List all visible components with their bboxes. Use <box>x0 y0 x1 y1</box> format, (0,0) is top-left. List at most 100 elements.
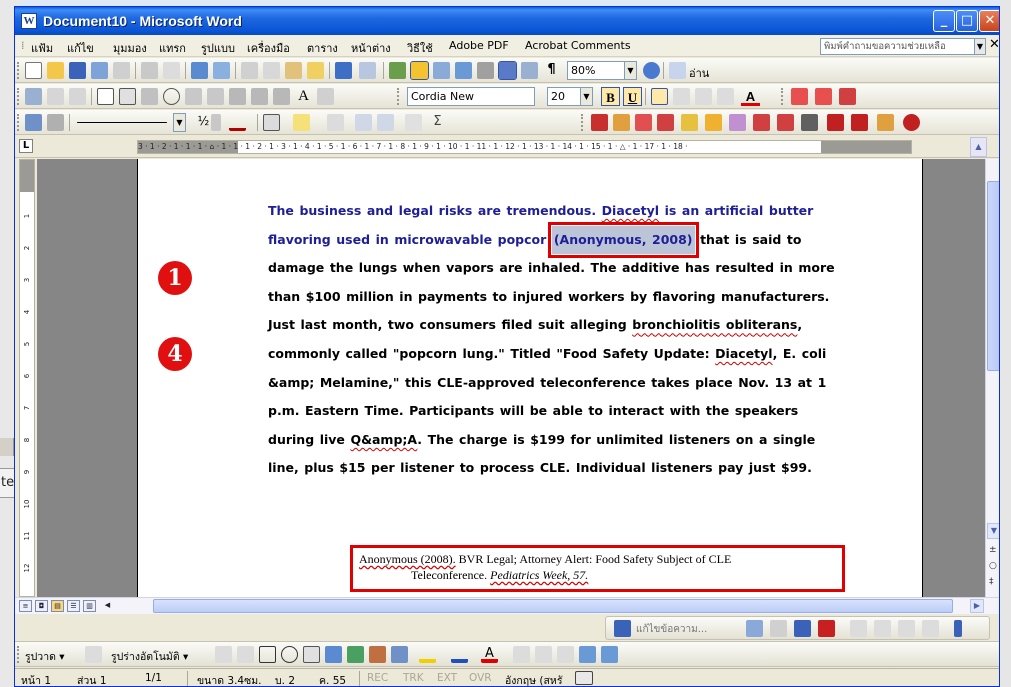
textbox-control-icon[interactable] <box>119 88 136 105</box>
help-search-input[interactable]: พิมพ์คำถามขอความช่วยเหลือ <box>820 38 975 55</box>
status-ovr[interactable]: OVR <box>469 672 492 684</box>
cut-icon[interactable] <box>241 62 258 79</box>
shadow-style-icon[interactable] <box>579 646 596 663</box>
review-align-icon[interactable] <box>898 620 915 637</box>
vertical-scrollbar[interactable]: ▼ ± ○ ‡ <box>985 159 999 597</box>
menu-view[interactable]: มุมมอง <box>113 39 147 57</box>
menu-adobe-pdf[interactable]: Adobe PDF <box>449 39 509 52</box>
drawing-icon[interactable] <box>498 61 517 80</box>
eraser-icon[interactable] <box>47 114 64 131</box>
open-folder-icon[interactable] <box>47 62 64 79</box>
tool-c-icon[interactable] <box>657 114 674 131</box>
print-layout-icon[interactable]: ▤ <box>51 600 64 612</box>
toolbar-options-icon[interactable] <box>954 620 962 637</box>
body-paragraph[interactable]: The business and legal risks are tremend… <box>268 197 848 483</box>
review-ab-icon[interactable] <box>874 620 891 637</box>
close-button[interactable]: ✕ <box>979 10 999 32</box>
distribute-icon[interactable] <box>405 114 422 131</box>
spin-button-icon[interactable] <box>251 88 268 105</box>
line-weight-dropdown[interactable] <box>211 114 221 131</box>
document-page[interactable]: The business and legal risks are tremend… <box>137 159 923 597</box>
thai-tool-icon[interactable] <box>791 88 808 105</box>
normal-view-icon[interactable]: ≡ <box>19 600 32 612</box>
wordart-icon[interactable] <box>325 646 342 663</box>
maximize-button[interactable]: □ <box>956 10 978 32</box>
menu-table[interactable]: ตาราง <box>307 39 338 57</box>
zoom-combo[interactable]: 80% <box>567 61 625 80</box>
stop-icon[interactable] <box>903 114 920 131</box>
review-highlight-icon[interactable] <box>770 620 787 637</box>
close-document-button[interactable]: ✕ <box>989 37 999 52</box>
toolbar-grip[interactable] <box>17 88 20 105</box>
align-right-icon[interactable] <box>695 88 712 105</box>
paste-icon[interactable] <box>285 62 302 79</box>
justify-icon[interactable] <box>717 88 734 105</box>
menu-window[interactable]: หน้าต่าง <box>351 39 391 57</box>
toolbar-grip[interactable] <box>17 62 20 79</box>
horizontal-ruler[interactable]: 3 · 1 · 2 · 1 · 1 · 1 · ⌂ · 1 · 1 · 1 · … <box>137 140 912 154</box>
tool-f-icon[interactable] <box>729 114 746 131</box>
arrow-style-icon[interactable] <box>557 646 574 663</box>
status-trk[interactable]: TRK <box>403 672 424 684</box>
font-color-button[interactable]: A <box>741 87 760 106</box>
save-icon[interactable] <box>69 62 86 79</box>
next-page-icon[interactable]: ‡ <box>989 577 994 587</box>
word-app-icon[interactable]: W <box>21 13 37 29</box>
hyperlink-icon[interactable] <box>389 62 406 79</box>
tool-j-icon[interactable] <box>827 114 844 131</box>
show-hide-icon[interactable]: ¶ <box>543 62 560 79</box>
copy-icon[interactable] <box>263 62 280 79</box>
dash-style-icon[interactable] <box>535 646 552 663</box>
review-reject-icon[interactable] <box>818 620 835 637</box>
reference-entry[interactable]: Anonymous (2008). BVR Legal; Attorney Al… <box>350 545 845 592</box>
rectangle-tool-icon[interactable] <box>259 646 276 663</box>
status-rec[interactable]: REC <box>367 672 388 684</box>
oval-tool-icon[interactable] <box>281 646 298 663</box>
vertical-ruler[interactable]: 1 2 3 4 5 6 7 8 9 10 11 12 <box>19 159 35 597</box>
previous-page-icon[interactable]: ± <box>989 545 997 555</box>
toolbar-grip[interactable] <box>397 88 400 105</box>
edit-text-button[interactable]: แก้ไขข้อความ... <box>636 622 707 637</box>
document-map-icon[interactable] <box>521 62 538 79</box>
font-color-icon[interactable]: A <box>481 646 498 663</box>
align-left-icon[interactable] <box>651 88 668 105</box>
textbox-tool-icon[interactable] <box>303 646 320 663</box>
shading-icon[interactable] <box>293 114 310 131</box>
font-size-combo[interactable]: 20 <box>547 87 581 106</box>
form-icon[interactable] <box>47 88 64 105</box>
tool-i-icon[interactable] <box>801 114 818 131</box>
tables-borders-icon[interactable] <box>410 61 429 80</box>
status-language[interactable]: อังกฤษ (สหรั <box>505 672 562 686</box>
menu-help[interactable]: วิธีใช้ <box>407 39 433 57</box>
insert-picture-icon[interactable] <box>391 646 408 663</box>
tool-k-icon[interactable] <box>851 114 868 131</box>
merge-cells-icon[interactable] <box>355 114 372 131</box>
menu-insert[interactable]: แทรก <box>159 39 186 57</box>
thai-tool-3-icon[interactable] <box>839 88 856 105</box>
combobox-icon[interactable] <box>207 88 224 105</box>
title-bar[interactable]: W Document10 - Microsoft Word _ □ ✕ <box>15 7 999 35</box>
insert-table-icon[interactable] <box>433 62 450 79</box>
help-icon[interactable] <box>643 62 660 79</box>
select-browse-object-icon[interactable]: ○ <box>989 561 997 571</box>
menu-tools[interactable]: เครื่องมือ <box>247 39 290 57</box>
read-button-label[interactable]: อ่าน <box>689 64 709 82</box>
3d-style-icon[interactable] <box>601 646 618 663</box>
command-button-icon[interactable] <box>141 88 158 105</box>
tool-a-icon[interactable] <box>613 114 630 131</box>
tool-d-icon[interactable] <box>681 114 698 131</box>
line-tool-icon[interactable] <box>215 646 232 663</box>
line-style-dropdown[interactable]: ▼ <box>173 113 186 132</box>
draw-table-icon[interactable] <box>25 114 42 131</box>
read-mode-icon[interactable] <box>669 62 686 79</box>
scroll-left-button[interactable]: ◀ <box>101 600 114 612</box>
listbox-icon[interactable] <box>185 88 202 105</box>
web-layout-icon[interactable]: ◘ <box>35 600 48 612</box>
review-spacing-icon[interactable] <box>922 620 939 637</box>
scroll-up-button[interactable]: ▲ <box>970 137 987 157</box>
fill-color-icon[interactable] <box>419 646 436 663</box>
toolbar-grip[interactable] <box>17 114 20 131</box>
borders-icon[interactable] <box>263 114 280 131</box>
new-document-icon[interactable] <box>25 62 42 79</box>
redo-icon[interactable] <box>359 62 376 79</box>
